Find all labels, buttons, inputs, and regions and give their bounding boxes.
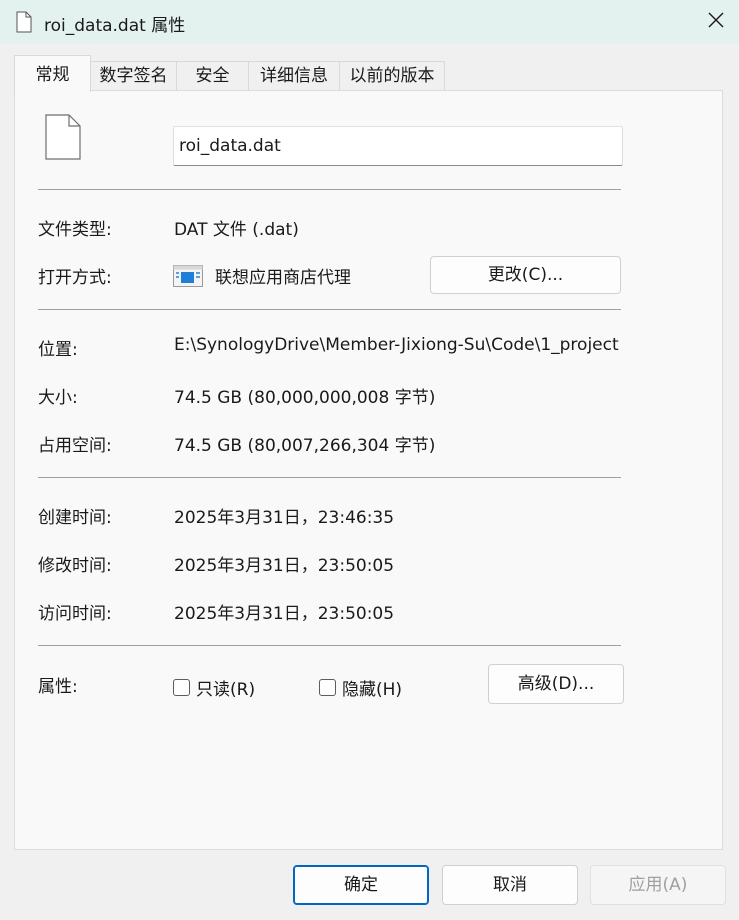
divider bbox=[38, 309, 621, 310]
size-label: 大小: bbox=[38, 388, 78, 408]
tab-digital-signatures[interactable]: 数字签名 bbox=[90, 61, 177, 90]
hidden-checkbox-label: 隐藏(H) bbox=[342, 680, 403, 700]
file-icon bbox=[45, 114, 81, 165]
readonly-checkbox-label: 只读(R) bbox=[196, 680, 256, 700]
accessed-label: 访问时间: bbox=[38, 604, 112, 624]
location-label: 位置: bbox=[38, 340, 78, 360]
close-button[interactable] bbox=[693, 0, 739, 44]
title-bar: roi_data.dat 属性 bbox=[0, 0, 739, 44]
size-on-disk-value: 74.5 GB (80,007,266,304 字节) bbox=[174, 436, 436, 456]
created-label: 创建时间: bbox=[38, 508, 112, 528]
readonly-checkbox[interactable]: 只读(R) bbox=[173, 675, 255, 700]
cancel-button[interactable]: 取消 bbox=[442, 865, 578, 905]
divider bbox=[38, 477, 621, 478]
divider bbox=[38, 189, 621, 190]
accessed-value: 2025年3月31日，23:50:05 bbox=[174, 604, 395, 624]
advanced-button[interactable]: 高级(D)... bbox=[488, 664, 624, 704]
file-name-input[interactable] bbox=[173, 126, 623, 166]
tab-details[interactable]: 详细信息 bbox=[248, 61, 340, 90]
tab-general[interactable]: 常规 bbox=[14, 55, 91, 92]
tab-security[interactable]: 安全 bbox=[176, 61, 249, 90]
change-button[interactable]: 更改(C)... bbox=[430, 256, 621, 294]
location-value: E:\SynologyDrive\Member-Jixiong-Su\Code\… bbox=[174, 335, 619, 355]
size-on-disk-label: 占用空间: bbox=[38, 436, 112, 456]
opens-with-label: 打开方式: bbox=[38, 268, 112, 288]
file-type-value: DAT 文件 (.dat) bbox=[174, 220, 299, 240]
hidden-checkbox[interactable]: 隐藏(H) bbox=[319, 675, 402, 700]
tab-panel-general bbox=[14, 90, 723, 850]
document-icon bbox=[16, 11, 32, 38]
hidden-checkbox-box[interactable] bbox=[319, 679, 336, 696]
size-value: 74.5 GB (80,000,000,008 字节) bbox=[174, 388, 436, 408]
apply-button[interactable]: 应用(A) bbox=[590, 865, 726, 905]
opens-with-value: 联想应用商店代理 bbox=[215, 268, 351, 288]
readonly-checkbox-box[interactable] bbox=[173, 679, 190, 696]
tab-previous-versions[interactable]: 以前的版本 bbox=[339, 61, 445, 90]
attributes-label: 属性: bbox=[38, 677, 78, 697]
divider bbox=[38, 645, 621, 646]
modified-label: 修改时间: bbox=[38, 556, 112, 576]
window-title: roi_data.dat 属性 bbox=[44, 16, 186, 36]
store-app-icon bbox=[173, 265, 203, 292]
created-value: 2025年3月31日，23:46:35 bbox=[174, 508, 395, 528]
close-icon bbox=[708, 12, 724, 33]
modified-value: 2025年3月31日，23:50:05 bbox=[174, 556, 395, 576]
file-type-label: 文件类型: bbox=[38, 220, 112, 240]
ok-button[interactable]: 确定 bbox=[293, 865, 429, 905]
